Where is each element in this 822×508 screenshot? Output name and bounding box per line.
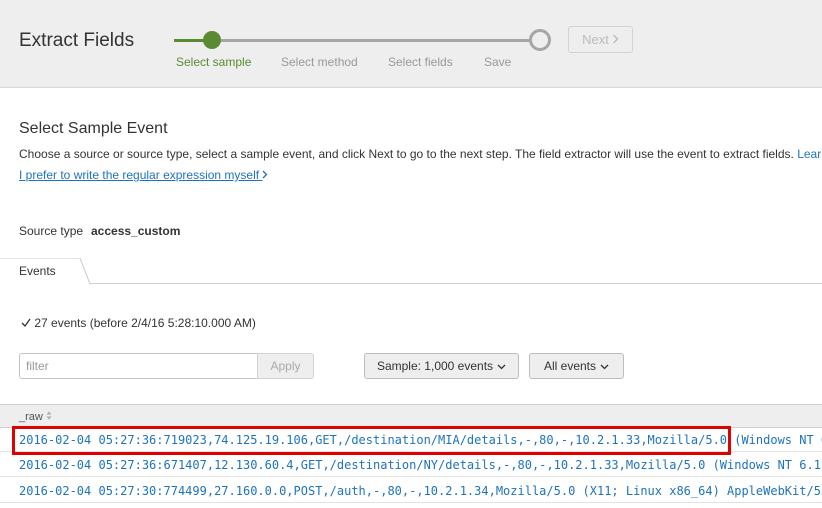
tabs-divider [0, 283, 822, 284]
source-type-value[interactable]: access_custom [91, 224, 180, 238]
event-raw-text[interactable]: 2016-02-04 05:27:30:774499,27.160.0.0,PO… [19, 484, 822, 498]
column-raw-label: _raw [19, 411, 43, 423]
sample-size-dropdown[interactable]: Sample: 1,000 events [364, 353, 519, 379]
chevron-down-icon [600, 359, 609, 373]
instructions-text: Choose a source or source type, select a… [19, 147, 822, 161]
step-select-fields: Select fields [388, 55, 453, 69]
source-type-label: Source type [19, 224, 84, 238]
tab-events-label: Events [19, 264, 56, 278]
checkmark-icon [21, 316, 34, 330]
page-header: Extract Fields Select sample Select meth… [0, 0, 822, 88]
table-header: _raw [0, 404, 822, 428]
step-end-dot [529, 29, 551, 51]
chevron-right-icon [612, 32, 619, 47]
sort-icon [46, 411, 52, 423]
column-header-raw[interactable]: _raw [19, 411, 52, 423]
filter-input[interactable] [19, 353, 258, 379]
step-select-method: Select method [281, 55, 358, 69]
stepper-track-line [212, 39, 532, 42]
learn-more-link[interactable]: Learn more [797, 147, 822, 161]
step-current-dot [203, 31, 221, 49]
events-count-text: 27 events (before 2/4/16 5:28:10.000 AM) [34, 316, 256, 330]
next-button[interactable]: Next [568, 26, 633, 53]
instructions-body: Choose a source or source type, select a… [19, 147, 794, 161]
next-button-label: Next [582, 32, 609, 47]
step-select-sample: Select sample [176, 55, 252, 69]
sample-size-label: Sample: 1,000 events [376, 359, 494, 373]
chevron-down-icon [497, 359, 506, 373]
step-save: Save [484, 55, 512, 69]
page-title: Extract Fields [19, 30, 135, 51]
apply-button[interactable]: Apply [257, 353, 314, 379]
selected-event-highlight [12, 426, 731, 455]
regex-link[interactable]: I prefer to write the regular expression… [19, 168, 268, 182]
events-status: 27 events (before 2/4/16 5:28:10.000 AM) [21, 316, 256, 330]
table-row[interactable]: 2016-02-04 05:27:30:774499,27.160.0.0,PO… [0, 479, 822, 503]
tab-events[interactable]: Events [0, 258, 90, 285]
events-filter-dropdown[interactable]: All events [529, 353, 624, 379]
event-raw-text[interactable]: 2016-02-04 05:27:36:671407,12.130.60.4,G… [19, 458, 822, 472]
events-filter-label: All events [543, 359, 597, 373]
section-title: Select Sample Event [19, 120, 168, 137]
table-row[interactable]: 2016-02-04 05:27:36:671407,12.130.60.4,G… [0, 453, 822, 477]
regex-link-label: I prefer to write the regular expression… [19, 168, 260, 182]
chevron-right-icon [262, 168, 268, 182]
